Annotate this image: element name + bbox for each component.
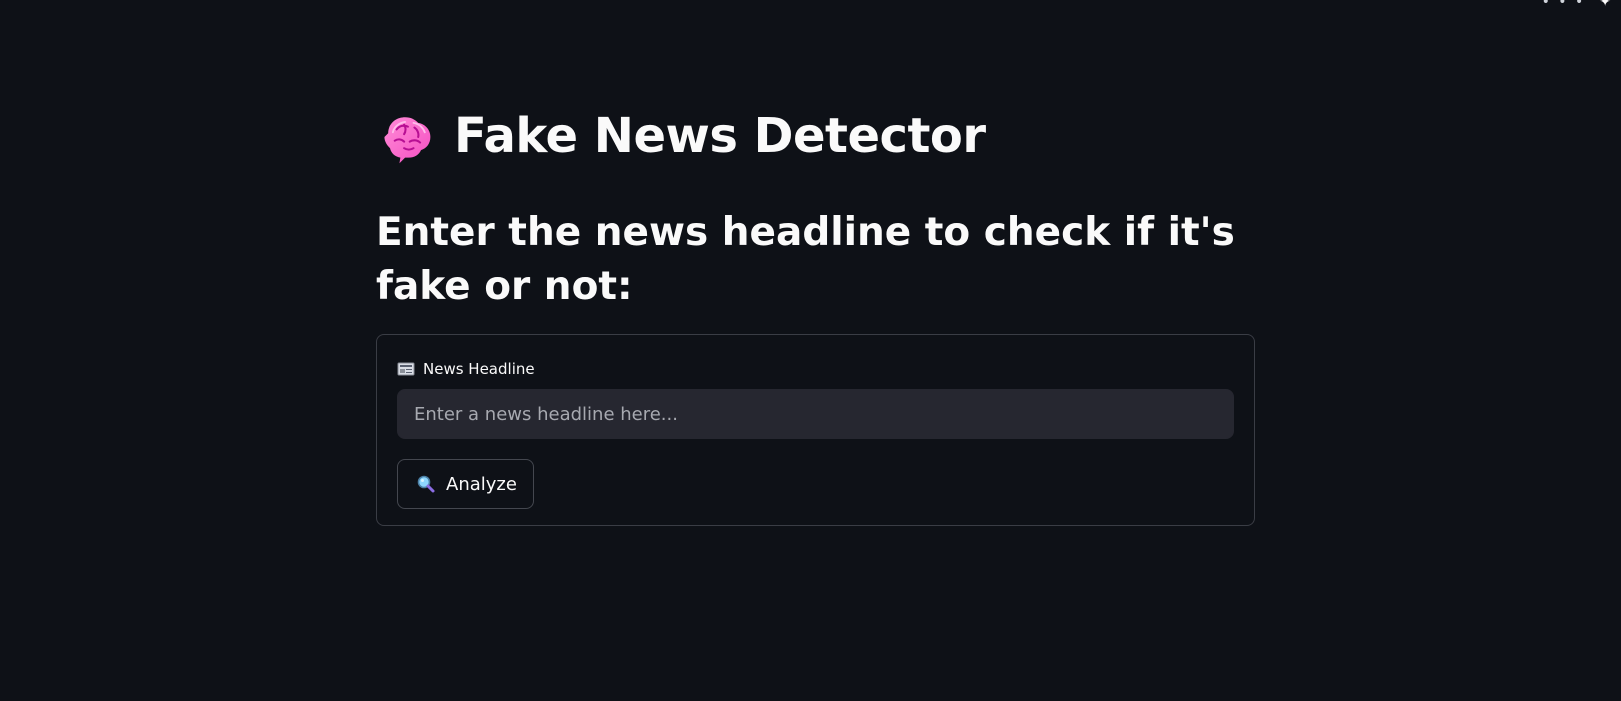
analyze-button[interactable]: Analyze	[397, 459, 534, 509]
main-content: Fake News Detector Enter the news headli…	[376, 96, 1255, 526]
news-headline-label-text: News Headline	[423, 360, 535, 378]
settings-icon[interactable]: ✦	[1599, 0, 1611, 10]
top-action-bar: • • • ✦	[1542, 0, 1611, 10]
newspaper-icon	[397, 362, 415, 376]
app-page: • • • ✦ Fake News Detector Enter the new…	[0, 0, 1621, 701]
news-form: News Headline Analyze	[376, 334, 1255, 526]
magnifier-icon	[416, 474, 436, 494]
page-title: Fake News Detector	[454, 107, 986, 164]
brain-icon	[376, 106, 436, 166]
analyze-button-label: Analyze	[446, 473, 517, 495]
news-headline-input[interactable]	[397, 389, 1234, 439]
title-row: Fake News Detector	[376, 96, 1255, 176]
page-subtitle: Enter the news headline to check if it's…	[376, 210, 1235, 309]
more-icon[interactable]: • • •	[1542, 0, 1586, 10]
news-headline-label: News Headline	[397, 359, 1234, 379]
